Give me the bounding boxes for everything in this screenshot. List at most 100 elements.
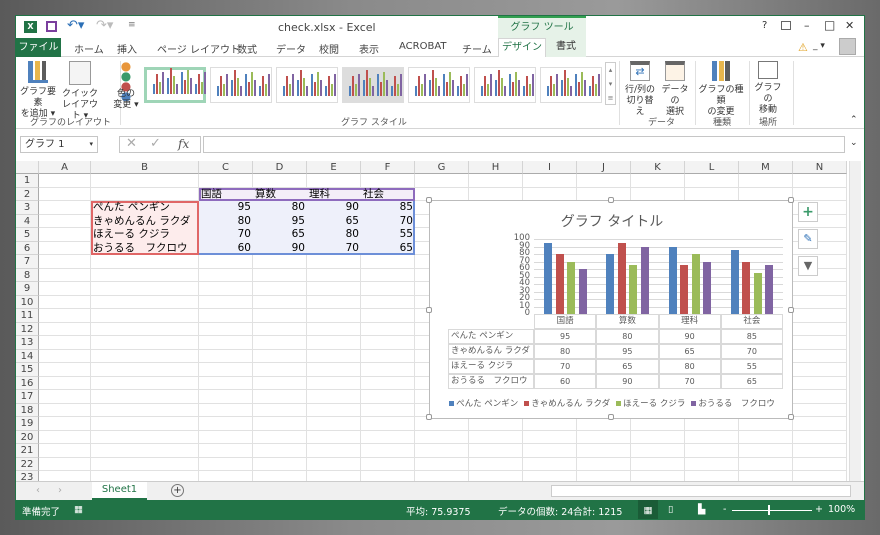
- chart-style-5[interactable]: [408, 67, 470, 103]
- bar-4-国語[interactable]: [578, 269, 587, 314]
- cell-value[interactable]: 70: [199, 228, 253, 241]
- column-header-I[interactable]: I: [523, 161, 577, 174]
- cell-value[interactable]: 65: [253, 228, 307, 241]
- cell-name[interactable]: きゃめんるん ラクダ: [91, 215, 199, 228]
- cell-header[interactable]: 理科: [307, 188, 361, 201]
- bar-3-国語[interactable]: [567, 261, 575, 314]
- redo-icon[interactable]: ↷▾: [96, 18, 113, 33]
- column-header-M[interactable]: M: [739, 161, 793, 174]
- bar-1-算数[interactable]: [606, 254, 615, 314]
- row-header-6[interactable]: 6: [16, 241, 39, 255]
- cell-value[interactable]: 70: [307, 242, 361, 255]
- zoom-level[interactable]: 100%: [828, 504, 855, 515]
- sheet-tab-sheet1[interactable]: Sheet1: [92, 482, 147, 500]
- cell-header[interactable]: 国語: [199, 188, 253, 201]
- tab-view[interactable]: 表示: [359, 41, 379, 56]
- select-data-button[interactable]: データの 選択: [658, 61, 692, 118]
- column-header-B[interactable]: B: [91, 161, 199, 174]
- normal-view-button[interactable]: ▦: [638, 500, 658, 519]
- tab-review[interactable]: 校閲: [319, 41, 339, 56]
- column-header-C[interactable]: C: [199, 161, 253, 174]
- row-header-14[interactable]: 14: [16, 349, 39, 363]
- chart-elements-button[interactable]: +: [798, 202, 818, 222]
- row-header-2[interactable]: 2: [16, 187, 39, 201]
- zoom-slider-thumb[interactable]: [768, 505, 770, 515]
- account-dropdown[interactable]: _ ▾: [813, 41, 825, 51]
- cell-name[interactable]: ぺんた ペンギン: [91, 201, 199, 214]
- resize-handle[interactable]: [608, 414, 614, 420]
- change-chart-type-button[interactable]: グラフの種類 の変更: [696, 61, 746, 118]
- chart-title[interactable]: グラフ タイトル: [430, 211, 794, 231]
- row-header-8[interactable]: 8: [16, 268, 39, 282]
- row-header-9[interactable]: 9: [16, 282, 39, 296]
- tab-team[interactable]: チーム: [462, 41, 492, 56]
- expand-formula-icon[interactable]: ⌄: [850, 138, 858, 148]
- cell-value[interactable]: 65: [307, 215, 361, 228]
- bar-4-社会[interactable]: [765, 265, 774, 314]
- column-header-H[interactable]: H: [469, 161, 523, 174]
- chart-style-1[interactable]: [144, 67, 206, 103]
- maximize-button[interactable]: □: [824, 18, 835, 32]
- row-header-17[interactable]: 17: [16, 390, 39, 404]
- ribbon-display-button[interactable]: [781, 21, 791, 30]
- cell-value[interactable]: 95: [199, 201, 253, 214]
- add-sheet-button[interactable]: +: [171, 484, 184, 497]
- cell-value[interactable]: 80: [253, 201, 307, 214]
- formula-input[interactable]: [203, 136, 845, 153]
- row-header-12[interactable]: 12: [16, 322, 39, 336]
- row-header-20[interactable]: 20: [16, 430, 39, 444]
- resize-handle[interactable]: [788, 307, 794, 313]
- bar-2-算数[interactable]: [617, 242, 626, 314]
- minimize-button[interactable]: –: [804, 19, 810, 32]
- enter-icon[interactable]: ✓: [150, 137, 161, 151]
- move-chart-button[interactable]: グラフの 移動: [751, 61, 785, 116]
- page-layout-view-button[interactable]: ▯: [668, 504, 673, 515]
- add-chart-element-button[interactable]: グラフ要素 を追加 ▾: [18, 61, 58, 120]
- resize-handle[interactable]: [608, 197, 614, 203]
- resize-handle[interactable]: [426, 307, 432, 313]
- row-header-3[interactable]: 3: [16, 201, 39, 215]
- row-header-15[interactable]: 15: [16, 363, 39, 377]
- row-header-22[interactable]: 22: [16, 457, 39, 471]
- customize-qat-icon[interactable]: ≡: [128, 20, 136, 30]
- bar-4-理科[interactable]: [703, 261, 711, 314]
- zoom-out-button[interactable]: -: [723, 504, 726, 515]
- cell-name[interactable]: ほえーる クジラ: [91, 228, 199, 241]
- column-header-N[interactable]: N: [793, 161, 847, 174]
- legend-item[interactable]: ぺんた ペンギン: [449, 399, 518, 409]
- column-header-E[interactable]: E: [307, 161, 361, 174]
- column-header-A[interactable]: A: [39, 161, 91, 174]
- worksheet-grid[interactable]: A B C D E F G H I J K L M N 1 2 3 4 5 6 7 8 9 10 11 12 13 14 15 16 17 1…: [16, 161, 864, 485]
- tab-insert[interactable]: 挿入: [117, 41, 137, 56]
- resize-handle[interactable]: [426, 414, 432, 420]
- legend-item[interactable]: きゃめんるん ラクダ: [524, 399, 610, 409]
- scroll-sheets-right[interactable]: ›: [58, 485, 62, 496]
- legend-item[interactable]: おうるる フクロウ: [691, 399, 775, 409]
- chart-style-3[interactable]: [276, 67, 338, 103]
- tab-formulas[interactable]: 数式: [237, 41, 257, 56]
- cell-value[interactable]: 80: [307, 228, 361, 241]
- zoom-slider[interactable]: [732, 510, 812, 511]
- change-colors-button[interactable]: ● ● ● ● 色の 変更 ▾: [108, 60, 144, 111]
- zoom-in-button[interactable]: +: [815, 504, 823, 515]
- row-header-10[interactable]: 10: [16, 295, 39, 309]
- bar-2-社会[interactable]: [742, 261, 751, 314]
- column-header-G[interactable]: G: [415, 161, 469, 174]
- cell-value[interactable]: 85: [361, 201, 415, 214]
- chart-style-4[interactable]: [342, 67, 404, 103]
- collapse-ribbon-icon[interactable]: ⌃: [850, 115, 858, 125]
- column-header-K[interactable]: K: [631, 161, 685, 174]
- bar-1-理科[interactable]: [668, 246, 677, 314]
- tab-file[interactable]: ファイル: [16, 38, 61, 57]
- row-header-7[interactable]: 7: [16, 255, 39, 269]
- row-header-4[interactable]: 4: [16, 214, 39, 228]
- gallery-scroll[interactable]: ▴ ▾ ≡: [605, 62, 616, 105]
- page-break-view-button[interactable]: ▙: [698, 504, 705, 515]
- avatar[interactable]: [839, 38, 856, 55]
- cell-value[interactable]: 70: [361, 215, 415, 228]
- chart[interactable]: グラフ タイトル 0 10 20 30 40 50 60 70 80 90 100 国語 算数 理科 社会 ぺん…: [426, 197, 794, 420]
- cell-value[interactable]: 65: [361, 242, 415, 255]
- chart-style-7[interactable]: [540, 67, 602, 103]
- close-button[interactable]: ✕: [845, 19, 854, 32]
- chart-legend[interactable]: ぺんた ペンギン きゃめんるん ラクダ ほえーる クジラ おうるる フクロウ: [430, 397, 794, 409]
